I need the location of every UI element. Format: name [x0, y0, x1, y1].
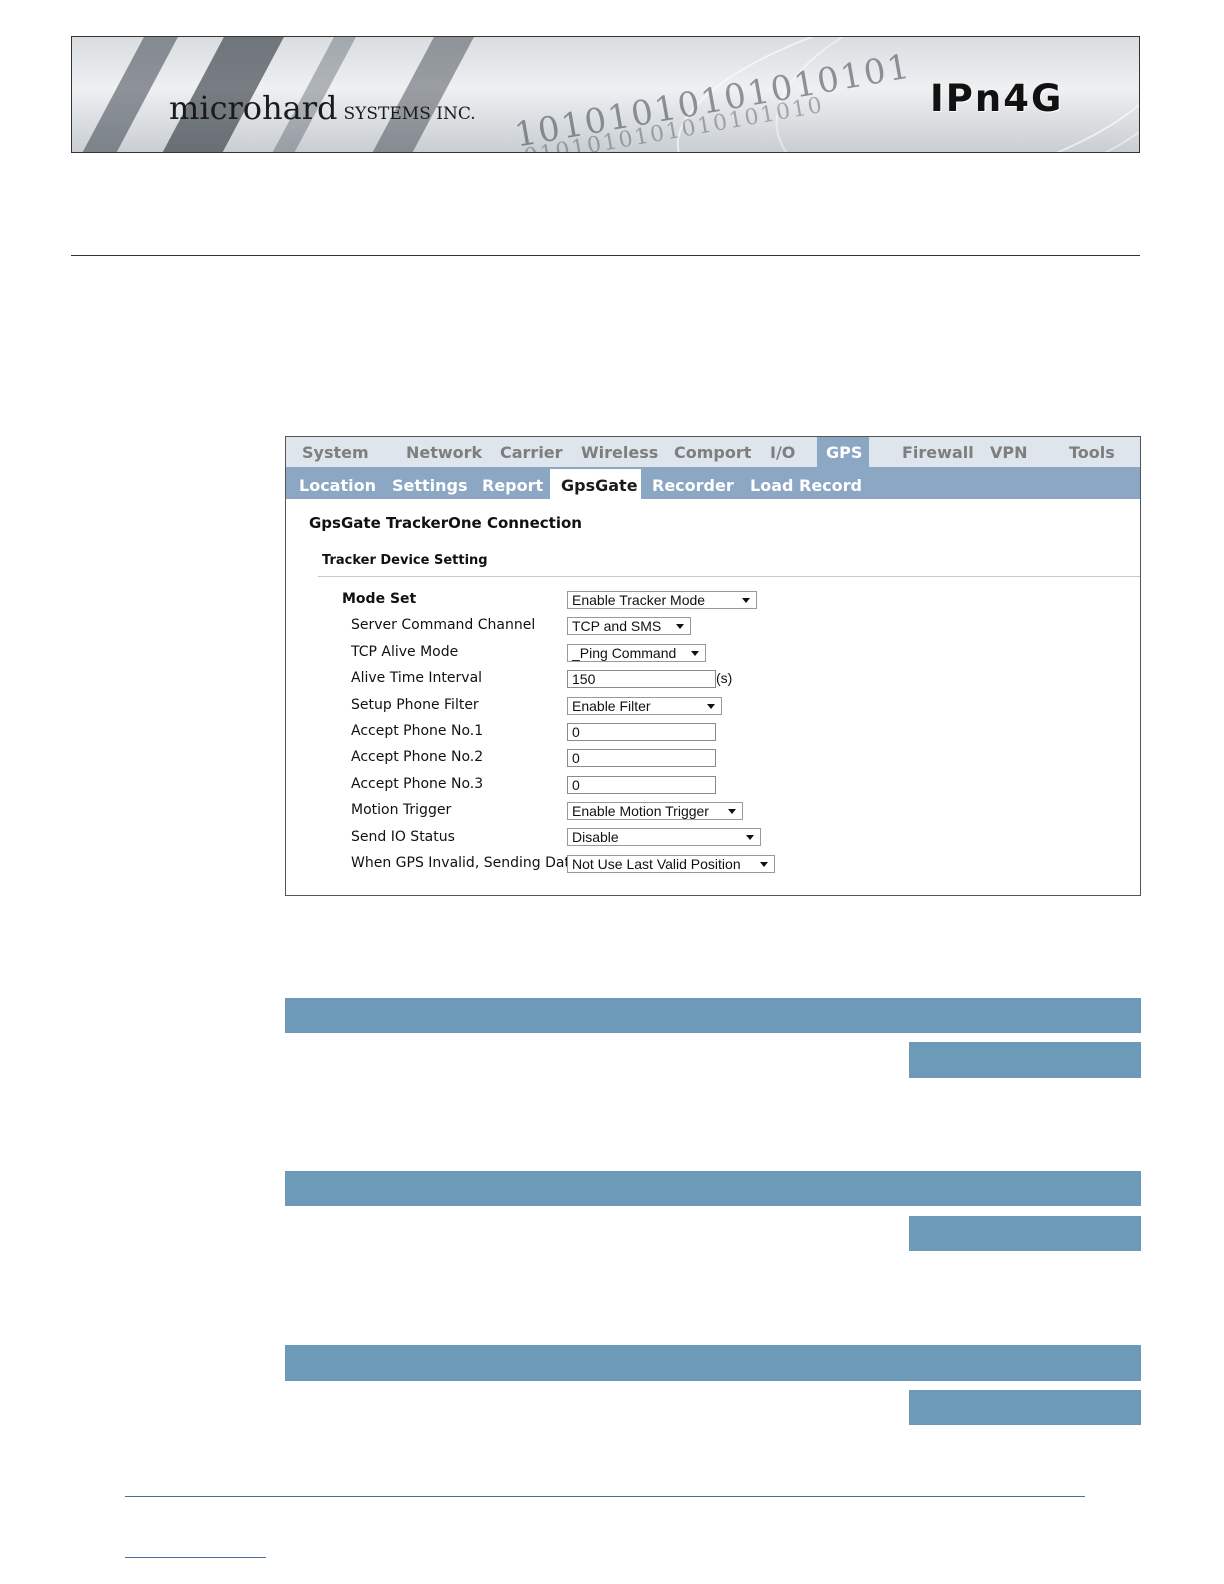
- chevron-down-icon: [746, 835, 754, 840]
- motion-trigger-value: Enable Motion Trigger: [572, 803, 709, 819]
- subtab-settings[interactable]: Settings: [392, 476, 468, 495]
- brand-logo: microhard SYSTEMS INC.: [169, 89, 476, 127]
- section-divider: [318, 576, 1140, 577]
- section-default-bar: [909, 1042, 1141, 1078]
- tcp-alive-mode-value: _Ping Command: [572, 645, 677, 661]
- chevron-down-icon: [760, 862, 768, 867]
- section-default-bar: [909, 1390, 1141, 1425]
- tab-system[interactable]: System: [302, 443, 369, 462]
- product-name: IPn4G: [930, 77, 1064, 120]
- send-io-status-label: Send IO Status: [351, 829, 455, 845]
- sub-nav: Location Settings Report GpsGate Recorde…: [286, 467, 1140, 499]
- footer-divider: [125, 1496, 1085, 1497]
- subtab-report[interactable]: Report: [482, 476, 543, 495]
- chevron-down-icon: [691, 651, 699, 656]
- tcp-alive-mode-select[interactable]: _Ping Command: [567, 644, 706, 662]
- page-title: GpsGate TrackerOne Connection: [309, 514, 582, 532]
- chevron-down-icon: [728, 809, 736, 814]
- motion-trigger-label: Motion Trigger: [351, 802, 452, 818]
- tab-io[interactable]: I/O: [770, 443, 795, 462]
- brand-suffix: SYSTEMS INC.: [343, 104, 476, 124]
- section-title: Tracker Device Setting: [322, 553, 488, 568]
- tab-gps[interactable]: GPS: [826, 443, 862, 462]
- gpsgate-settings-panel: System Network Carrier Wireless Comport …: [285, 436, 1141, 896]
- server-command-channel-select[interactable]: TCP and SMS: [567, 617, 691, 635]
- tcp-alive-mode-label: TCP Alive Mode: [351, 644, 459, 660]
- server-command-channel-value: TCP and SMS: [572, 618, 662, 634]
- subtab-load-record[interactable]: Load Record: [750, 476, 862, 495]
- accept-phone-3-input[interactable]: 0: [567, 776, 716, 794]
- mode-set-label: Mode Set: [342, 591, 417, 607]
- accept-phone-1-value: 0: [572, 724, 580, 740]
- accept-phone-3-label: Accept Phone No.3: [351, 776, 484, 792]
- chevron-down-icon: [707, 704, 715, 709]
- tab-carrier[interactable]: Carrier: [500, 443, 563, 462]
- section-header-bar: [285, 1171, 1141, 1206]
- tab-comport[interactable]: Comport: [674, 443, 751, 462]
- accept-phone-1-input[interactable]: 0: [567, 723, 716, 741]
- section-header-bar: [285, 1345, 1141, 1381]
- alive-time-interval-input[interactable]: 150: [567, 670, 716, 688]
- banner-streak: [74, 37, 184, 152]
- tab-network[interactable]: Network: [406, 443, 482, 462]
- section-header-bar: [285, 998, 1141, 1033]
- setup-phone-filter-value: Enable Filter: [572, 698, 651, 714]
- footer-rule-short: [125, 1557, 266, 1558]
- alive-time-interval-value: 150: [572, 671, 596, 687]
- main-nav: System Network Carrier Wireless Comport …: [286, 437, 1140, 467]
- alive-time-interval-label: Alive Time Interval: [351, 670, 483, 686]
- tab-firewall[interactable]: Firewall: [902, 443, 974, 462]
- tab-wireless[interactable]: Wireless: [581, 443, 658, 462]
- send-io-status-value: Disable: [572, 829, 619, 845]
- chevron-down-icon: [742, 598, 750, 603]
- chevron-down-icon: [676, 624, 684, 629]
- setup-phone-filter-select[interactable]: Enable Filter: [567, 697, 722, 715]
- send-io-status-select[interactable]: Disable: [567, 828, 761, 846]
- alive-time-interval-unit: (s): [716, 670, 733, 686]
- setup-phone-filter-label: Setup Phone Filter: [351, 697, 479, 713]
- accept-phone-1-label: Accept Phone No.1: [351, 723, 484, 739]
- accept-phone-3-value: 0: [572, 777, 580, 793]
- subtab-recorder[interactable]: Recorder: [652, 476, 734, 495]
- brand-name: microhard: [169, 89, 338, 127]
- header-divider: [71, 255, 1140, 256]
- accept-phone-2-value: 0: [572, 750, 580, 766]
- tab-vpn[interactable]: VPN: [990, 443, 1028, 462]
- accept-phone-2-label: Accept Phone No.2: [351, 749, 484, 765]
- header-banner: 10101010101010101 0101010101010101010 mi…: [71, 36, 1140, 153]
- subtab-location[interactable]: Location: [299, 476, 376, 495]
- gps-invalid-value: Not Use Last Valid Position: [572, 856, 741, 872]
- accept-phone-2-input[interactable]: 0: [567, 749, 716, 767]
- section-default-bar: [909, 1216, 1141, 1251]
- motion-trigger-select[interactable]: Enable Motion Trigger: [567, 802, 743, 820]
- gps-invalid-select[interactable]: Not Use Last Valid Position: [567, 855, 775, 873]
- server-command-channel-label: Server Command Channel: [351, 617, 536, 633]
- subtab-gpsgate[interactable]: GpsGate: [561, 476, 638, 495]
- mode-set-value: Enable Tracker Mode: [572, 592, 706, 608]
- mode-set-select[interactable]: Enable Tracker Mode: [567, 591, 757, 609]
- tab-tools[interactable]: Tools: [1069, 443, 1115, 462]
- gps-invalid-label: When GPS Invalid, Sending Data: [351, 855, 579, 871]
